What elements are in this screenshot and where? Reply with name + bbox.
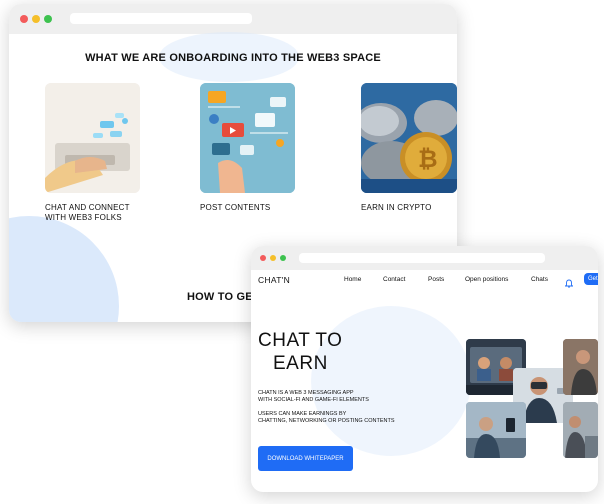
crypto-coins-image: ₿ [361, 83, 457, 193]
section-heading: WHAT WE ARE ONBOARDING INTO THE WEB3 SPA… [85, 52, 381, 64]
nav-home[interactable]: Home [344, 276, 361, 283]
nav-contact[interactable]: Contact [383, 276, 405, 283]
download-whitepaper-button[interactable]: DOWNLOAD WHITEPAPER [258, 446, 353, 471]
get-app-button[interactable]: Get [584, 273, 598, 285]
description-2: USERS CAN MAKE EARNINGS BY CHATTING, NET… [258, 411, 394, 425]
chat-laptop-image [45, 83, 140, 193]
logo[interactable]: CHAT'N [258, 275, 290, 285]
svg-text:₿: ₿ [418, 146, 438, 173]
maximize-dot[interactable] [44, 15, 52, 23]
post-contents-image [200, 83, 295, 193]
window-titlebar [251, 246, 598, 270]
decorative-blob [9, 216, 119, 322]
nav-posts[interactable]: Posts [428, 276, 444, 283]
bell-icon[interactable] [564, 275, 574, 288]
decorative-glow [311, 306, 471, 456]
description-1: CHATN IS A WEB 3 MESSAGING APP WITH SOCI… [258, 390, 369, 404]
close-dot[interactable] [260, 255, 266, 261]
address-bar[interactable] [70, 13, 252, 24]
card-caption: POST CONTENTS [200, 203, 270, 213]
description-line: CHATTING, NETWORKING OR POSTING CONTENTS [258, 418, 395, 424]
address-bar[interactable] [299, 253, 545, 263]
caption-line: POST CONTENTS [200, 203, 271, 212]
selfie-photo [466, 402, 526, 458]
card-caption: EARN IN CRYPTO [361, 203, 432, 213]
caption-line: WITH WEB3 FOLKS [45, 213, 122, 222]
caption-line: EARN IN CRYPTO [361, 203, 432, 212]
description-line: CHATN IS A WEB 3 MESSAGING APP [258, 390, 354, 396]
phone-user-photo [563, 339, 598, 395]
description-line: USERS CAN MAKE EARNINGS BY [258, 411, 347, 417]
hero-title-line1: CHAT TO [258, 330, 343, 351]
nav-chats[interactable]: Chats [531, 276, 548, 283]
group-photo [563, 402, 598, 458]
card-caption: CHAT AND CONNECT WITH WEB3 FOLKS [45, 203, 130, 223]
minimize-dot[interactable] [270, 255, 276, 261]
window-titlebar [9, 4, 457, 34]
minimize-dot[interactable] [32, 15, 40, 23]
close-dot[interactable] [20, 15, 28, 23]
hero-title-line2: EARN [273, 353, 328, 374]
description-line: WITH SOCIAL-FI AND GAME-FI ELEMENTS [258, 397, 369, 403]
maximize-dot[interactable] [280, 255, 286, 261]
caption-line: CHAT AND CONNECT [45, 203, 130, 212]
nav-open-positions[interactable]: Open positions [465, 276, 508, 283]
chatn-window: CHAT'N Home Contact Posts Open positions… [251, 246, 598, 492]
